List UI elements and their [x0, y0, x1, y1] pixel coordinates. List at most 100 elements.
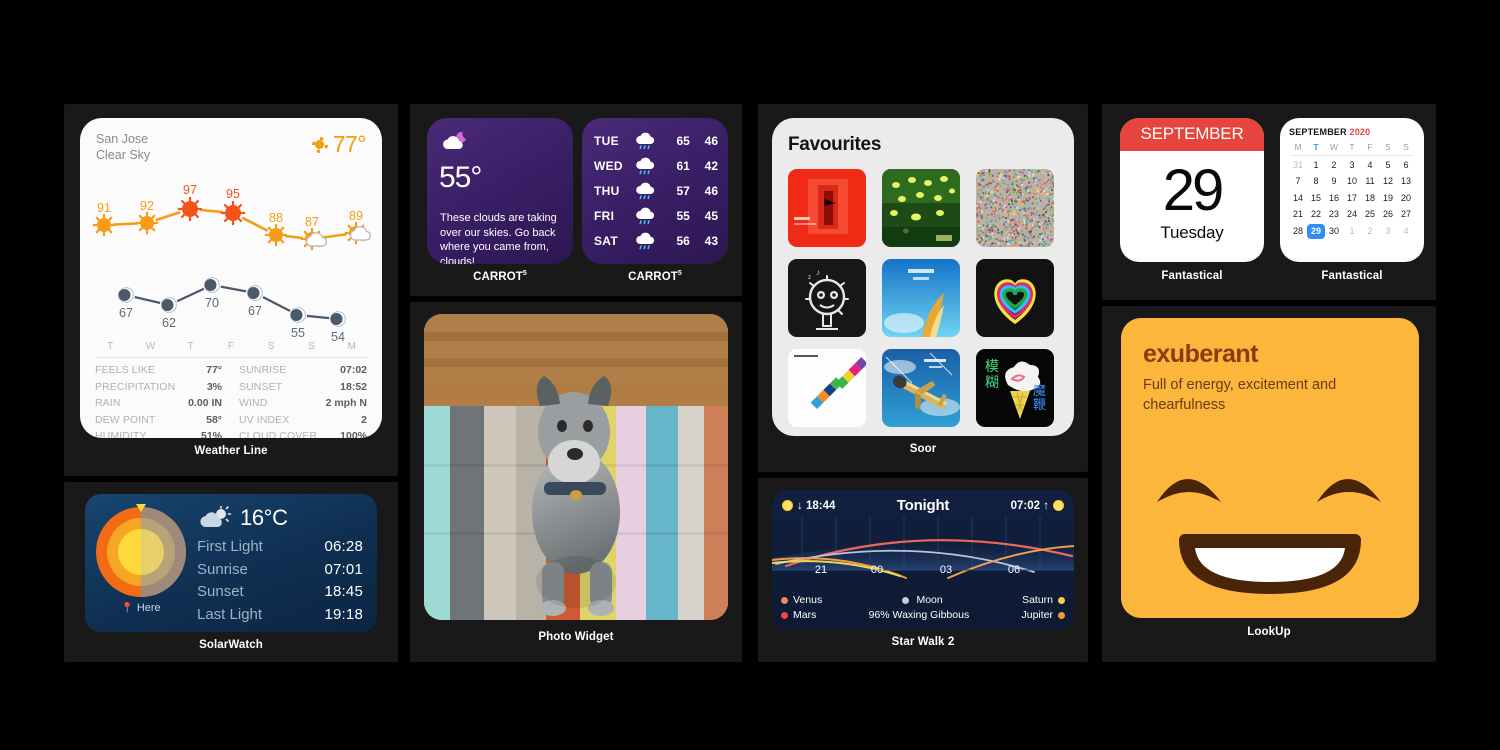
- calendar-day[interactable]: 9: [1325, 174, 1343, 189]
- calendar-day[interactable]: 13: [1397, 174, 1415, 189]
- carrot-forecast-row: TUE 65 46: [594, 128, 718, 153]
- lookup-word: exuberant: [1143, 340, 1258, 368]
- calendar-day[interactable]: 30: [1325, 224, 1343, 239]
- solar-row-label: Sunrise: [197, 560, 248, 578]
- rain-cloud-icon: [630, 132, 662, 150]
- widget-caption: SolarWatch: [199, 639, 263, 651]
- calendar-day[interactable]: 15: [1307, 191, 1325, 206]
- star-walk-widget[interactable]: ↓ 18:44 Tonight 07:02 ↑ 21 00 03 06 Venu…: [772, 490, 1074, 630]
- album-art-blue-sky-flare[interactable]: [882, 259, 960, 337]
- moon-dot-icon: [901, 597, 909, 604]
- fantastical-date-widget[interactable]: SEPTEMBER 29 Tuesday: [1120, 118, 1264, 262]
- photo-widget-group: Photo Widget: [410, 302, 742, 662]
- calendar-day[interactable]: 3: [1379, 224, 1397, 239]
- widget-caption: Star Walk 2: [891, 636, 955, 648]
- calendar-day-selected[interactable]: 29: [1307, 223, 1325, 240]
- calendar-day[interactable]: 5: [1379, 158, 1397, 173]
- axis-tick: 06: [1007, 564, 1021, 576]
- detail-value: 0.00 IN: [188, 397, 222, 410]
- forecast-high: 57: [676, 183, 690, 198]
- fantastical-calendar-widget[interactable]: SEPTEMBER 2020 MTWTFSS 31 1 2 3 4 5 6 7 8 9 10 11 12…: [1280, 118, 1424, 262]
- calendar-day[interactable]: 6: [1397, 158, 1415, 173]
- detail-label: UV INDEX: [239, 413, 290, 426]
- carrot-message: These clouds are taking over our skies. …: [440, 212, 557, 264]
- calendar-day[interactable]: 28: [1289, 224, 1307, 239]
- album-art-cmyk-heart[interactable]: [976, 259, 1054, 337]
- weather-city: San Jose: [96, 132, 149, 146]
- detail-label: PRECIPITATION: [95, 380, 176, 393]
- calendar-day[interactable]: 11: [1361, 174, 1379, 189]
- calendar-day[interactable]: 8: [1307, 174, 1325, 189]
- calendar-day-headers: M TWT F S S: [1289, 142, 1415, 152]
- forecast-low: 46: [704, 183, 719, 198]
- list-item: Sunrise 07:01: [197, 559, 363, 582]
- calendar-day[interactable]: 21: [1289, 207, 1307, 222]
- calendar-day[interactable]: 17: [1343, 191, 1361, 206]
- detail-value: 3%: [206, 380, 222, 393]
- fantastical-day-number: 29: [1162, 158, 1225, 223]
- calendar-day[interactable]: 26: [1379, 207, 1397, 222]
- calendar-day[interactable]: 2: [1361, 224, 1379, 239]
- calendar-day[interactable]: 10: [1343, 174, 1361, 189]
- solar-row-value: 07:01: [324, 560, 363, 578]
- forecast-low: 46: [704, 133, 719, 148]
- carrot-current-widget[interactable]: 55° These clouds are taking over our ski…: [427, 118, 573, 264]
- album-art-green-lights[interactable]: [882, 169, 960, 247]
- weather-temperature-chart: 91 92 97 95 88 87 89 67 62 70 67 55 54: [80, 163, 382, 341]
- calendar-day[interactable]: 22: [1307, 207, 1325, 222]
- album-art-neon-ice-cream[interactable]: 模 糊 魔 鞭: [976, 349, 1054, 427]
- calendar-day[interactable]: 2: [1325, 158, 1343, 173]
- calendar-day[interactable]: 19: [1379, 191, 1397, 206]
- calendar-day[interactable]: 12: [1379, 174, 1397, 189]
- calendar-day[interactable]: 24: [1343, 207, 1361, 222]
- solar-row-value: 19:18: [324, 605, 363, 623]
- widget-caption-sup: 5: [677, 270, 682, 277]
- calendar-day-grid: 31 1 2 3 4 5 6 7 8 9 10 11 12 13 14 15 16 17 18 19 20 21 22 23 2…: [1289, 158, 1415, 240]
- calendar-day[interactable]: 23: [1325, 207, 1343, 222]
- forecast-low: 43: [704, 233, 719, 248]
- album-art-white-checkmark[interactable]: [788, 349, 866, 427]
- forecast-high: 55: [676, 208, 690, 223]
- detail-label: FEELS LIKE: [95, 364, 155, 376]
- widget-caption: Fantastical: [1161, 270, 1223, 282]
- photo-widget[interactable]: [424, 314, 728, 620]
- weather-current-temp: 77°: [332, 131, 367, 157]
- calendar-day[interactable]: 25: [1361, 207, 1379, 222]
- detail-value: 07:02: [340, 364, 367, 376]
- calendar-day[interactable]: 18: [1361, 191, 1379, 206]
- lookup-widget[interactable]: exuberant Full of energy, excitement and…: [1121, 318, 1419, 618]
- moon-cloud-icon: [443, 132, 467, 150]
- day-letter: M: [347, 341, 356, 352]
- calendar-day[interactable]: 4: [1397, 224, 1415, 239]
- celestial-paths-chart: 21 00 03 06: [772, 516, 1074, 584]
- table-row: HUMIDITY 51% CLOUD COVER 100%: [95, 428, 367, 438]
- calendar-day[interactable]: 31: [1289, 158, 1307, 173]
- calendar-day[interactable]: 7: [1289, 174, 1307, 189]
- album-art-red-corridor[interactable]: [788, 169, 866, 247]
- calendar-day[interactable]: 20: [1397, 191, 1415, 206]
- solarwatch-widget[interactable]: 📍 Here 16°C First Light 06:28 Sunrise 07…: [85, 494, 377, 632]
- carrot-forecast-row: FRI 55 45: [594, 203, 718, 228]
- soor-widget[interactable]: Favourites ♪ z 模 糊 魔 鞭: [772, 118, 1074, 436]
- svg-text:54: 54: [331, 330, 345, 341]
- calendar-day[interactable]: 3: [1343, 158, 1361, 173]
- album-art-aeroplane-sky[interactable]: [882, 349, 960, 427]
- calendar-day[interactable]: 4: [1361, 158, 1379, 173]
- fantastical-widget-group: SEPTEMBER 29 Tuesday Fantastical SEPTEMB…: [1102, 104, 1436, 300]
- detail-label: RAIN: [95, 397, 121, 410]
- weather-line-widget[interactable]: San Jose Clear Sky 77° 91 92 97 95 88 87 89 67…: [80, 118, 382, 438]
- calendar-day[interactable]: 1: [1343, 224, 1361, 239]
- album-art-cartoon-head[interactable]: ♪ z: [788, 259, 866, 337]
- calendar-day[interactable]: 14: [1289, 191, 1307, 206]
- album-art-colour-noise[interactable]: [976, 169, 1054, 247]
- svg-text:鞭: 鞭: [1033, 398, 1046, 413]
- solar-current-weather: 16°C: [197, 505, 363, 531]
- carrot-forecast-widget[interactable]: TUE 65 46 WED 61 42 THU 57 46 FRI 55 45 SAT 56 43: [582, 118, 728, 264]
- weather-header: San Jose Clear Sky 77°: [80, 118, 382, 163]
- calendar-day[interactable]: 1: [1307, 158, 1325, 173]
- venus-dot-icon: [781, 597, 788, 604]
- star-walk-title: Tonight: [896, 497, 950, 514]
- calendar-day[interactable]: 16: [1325, 191, 1343, 206]
- detail-label: SUNRISE: [239, 364, 287, 376]
- calendar-day[interactable]: 27: [1397, 207, 1415, 222]
